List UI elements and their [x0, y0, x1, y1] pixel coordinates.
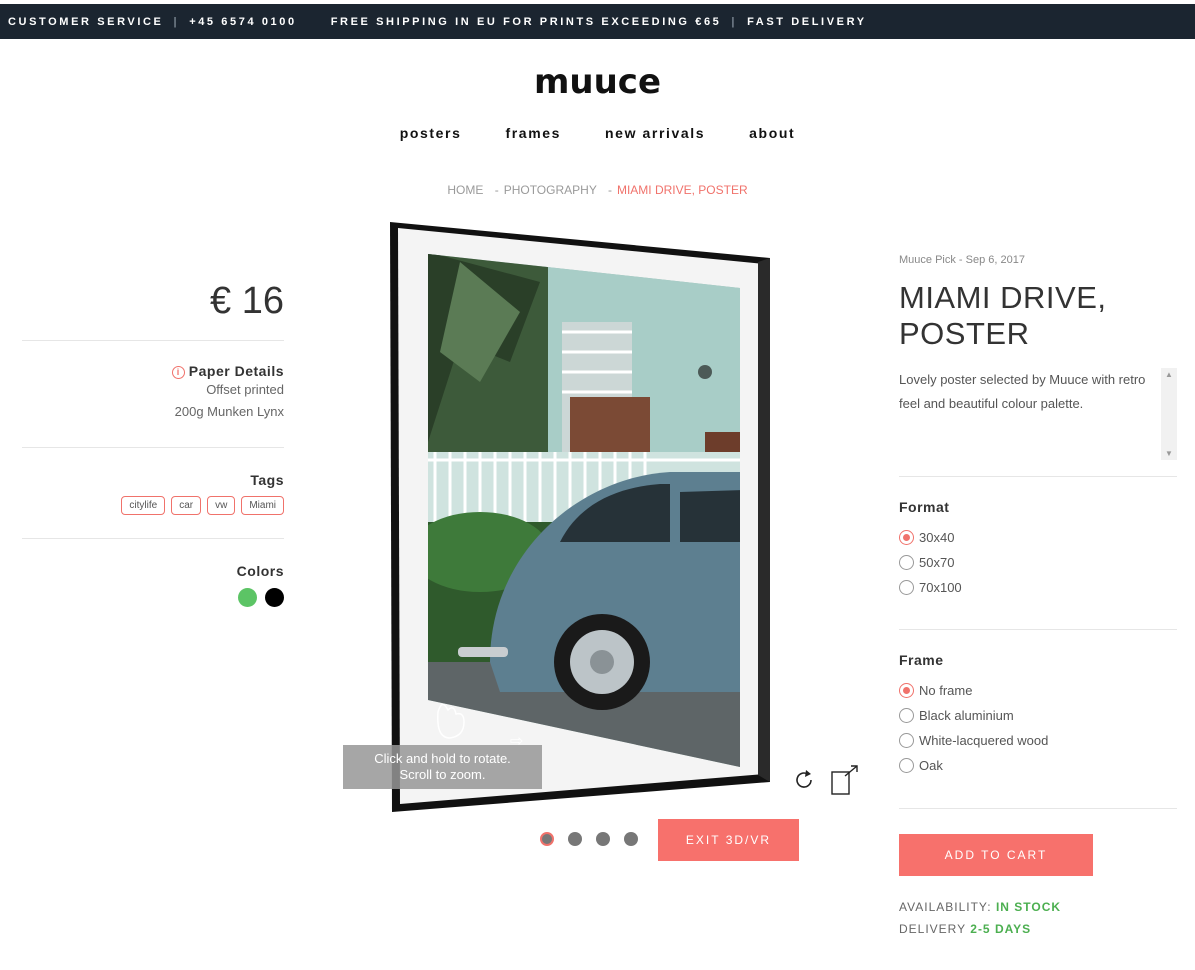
customer-service-link[interactable]: CUSTOMER SERVICE: [8, 16, 164, 28]
pagination-dot-2[interactable]: [568, 832, 582, 846]
product-details-right: Muuce Pick - Sep 6, 2017 MIAMI DRIVE, PO…: [899, 254, 1177, 940]
availability-value: IN STOCK: [995, 900, 1062, 914]
breadcrumb-current: MIAMI DRIVE, POSTER: [616, 183, 748, 197]
paper-details-title: Paper Details: [188, 363, 284, 379]
format-title: Format: [899, 499, 950, 515]
info-icon[interactable]: i: [171, 366, 185, 379]
product-description: Lovely poster selected by Muuce with ret…: [899, 372, 1146, 411]
delivery-notice: FAST DELIVERY: [747, 15, 867, 28]
delivery-time: DELIVERY 2-5 DAYS: [899, 922, 1032, 936]
hint-line-2: Scroll to zoom.: [399, 767, 486, 782]
separator: |: [173, 15, 180, 28]
frame-option-oak[interactable]: Oak: [899, 753, 1177, 778]
radio-button[interactable]: [899, 555, 914, 570]
frame-option-black-aluminium[interactable]: Black aluminium: [899, 703, 1177, 728]
format-options: Format 30x40 50x70 70x100: [899, 477, 1177, 629]
tags-title: Tags: [250, 472, 284, 488]
radio-button[interactable]: [899, 733, 914, 748]
breadcrumb: HOME - PHOTOGRAPHY - MIAMI DRIVE, POSTER: [447, 183, 748, 197]
hint-line-1: Click and hold to rotate.: [374, 751, 511, 766]
scroll-down-icon[interactable]: ▼: [1161, 449, 1177, 458]
title-line-2: POSTER: [899, 316, 1030, 351]
shipping-notice: FREE SHIPPING IN EU FOR PRINTS EXCEEDING…: [330, 15, 722, 28]
radio-button[interactable]: [899, 683, 914, 698]
phone-number[interactable]: +45 6574 0100: [189, 16, 297, 28]
pagination-dot-3[interactable]: [596, 832, 610, 846]
price: € 16: [210, 280, 284, 322]
add-to-cart-button[interactable]: ADD TO CART: [899, 834, 1093, 876]
frame-options: Frame No frame Black aluminium White-lac…: [899, 630, 1177, 808]
colors-section: Colors: [22, 539, 284, 607]
radio-button[interactable]: [899, 758, 914, 773]
image-pagination: [540, 832, 638, 846]
viewer-hint-tooltip: Click and hold to rotate. Scroll to zoom…: [343, 745, 542, 789]
site-logo[interactable]: muuce: [0, 62, 1195, 102]
colors-title: Colors: [236, 563, 284, 579]
rotate-reset-icon[interactable]: [792, 768, 816, 792]
frame-option-none[interactable]: No frame: [899, 678, 1177, 703]
pagination-dot-1[interactable]: [540, 832, 554, 846]
color-swatch-black[interactable]: [265, 588, 284, 607]
exit-3d-button[interactable]: EXIT 3D/VR: [658, 819, 799, 861]
description-box[interactable]: Lovely poster selected by Muuce with ret…: [899, 368, 1177, 460]
breadcrumb-category[interactable]: PHOTOGRAPHY: [504, 183, 597, 197]
availability: AVAILABILITY: IN STOCK: [899, 900, 1062, 914]
radio-button[interactable]: [899, 530, 914, 545]
frame-option-white-wood[interactable]: White-lacquered wood: [899, 728, 1177, 753]
nav-about[interactable]: about: [749, 125, 795, 141]
tag-car[interactable]: car: [171, 496, 202, 515]
pagination-dot-4[interactable]: [624, 832, 638, 846]
radio-button[interactable]: [899, 580, 914, 595]
tag-citylife[interactable]: citylife: [121, 496, 166, 515]
product-title: MIAMI DRIVE, POSTER: [899, 280, 1177, 352]
nav-new-arrivals[interactable]: new arrivals: [605, 125, 705, 141]
tag-vw[interactable]: vw: [207, 496, 236, 515]
poster-image: ⇨: [390, 222, 770, 812]
product-details-left: € 16 i Paper Details Offset printed 200g …: [22, 270, 284, 607]
paper-line-2: 200g Munken Lynx: [174, 404, 284, 419]
main-nav: posters frames new arrivals about: [0, 125, 1195, 141]
description-scrollbar[interactable]: ▲ ▼: [1161, 368, 1177, 460]
product-meta: Muuce Pick - Sep 6, 2017: [899, 254, 1025, 266]
paper-line-1: Offset printed: [206, 382, 284, 397]
nav-frames[interactable]: frames: [506, 125, 562, 141]
frame-title: Frame: [899, 652, 944, 668]
title-line-1: MIAMI DRIVE,: [899, 280, 1107, 315]
tags-section: Tags citylife car vw Miami: [22, 448, 284, 538]
breadcrumb-home[interactable]: HOME: [447, 183, 483, 197]
tag-miami[interactable]: Miami: [241, 496, 284, 515]
product-3d-viewer[interactable]: ⇨: [340, 222, 870, 812]
delivery-value: 2-5 DAYS: [970, 922, 1032, 936]
radio-button[interactable]: [899, 708, 914, 723]
nav-posters[interactable]: posters: [400, 125, 462, 141]
separator: |: [731, 15, 738, 28]
format-option-70x100[interactable]: 70x100: [899, 575, 1177, 600]
fullscreen-icon[interactable]: [830, 764, 860, 796]
color-swatch-green[interactable]: [238, 588, 257, 607]
scroll-up-icon[interactable]: ▲: [1161, 370, 1177, 379]
top-info-bar: CUSTOMER SERVICE | +45 6574 0100 FREE SH…: [0, 4, 1195, 39]
format-option-50x70[interactable]: 50x70: [899, 550, 1177, 575]
paper-details: i Paper Details Offset printed 200g Munke…: [22, 341, 284, 447]
format-option-30x40[interactable]: 30x40: [899, 525, 1177, 550]
